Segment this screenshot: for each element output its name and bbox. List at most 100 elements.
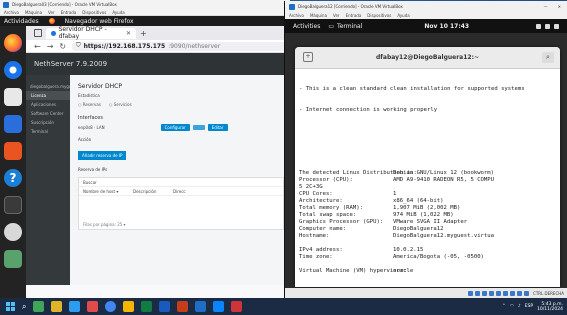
forward-icon[interactable]: → — [47, 42, 54, 51]
url-bar[interactable]: ⛉ https://192.168.175.175:9090/nethserve… — [72, 41, 290, 51]
col-header-host[interactable]: Nombre de host ▾ — [83, 189, 133, 194]
taskbar-app-icon[interactable] — [213, 301, 225, 312]
search-input[interactable]: Buscar — [83, 180, 97, 185]
configure-button[interactable]: Configurar — [160, 124, 190, 131]
disc-dock-icon[interactable] — [4, 223, 22, 241]
info-key: Graphics Processor (GPU): — [299, 219, 384, 225]
firefox-tabbar: Servidor DHCP - dfabay ✕ + — [26, 26, 290, 40]
help-dock-icon[interactable]: ? — [4, 169, 22, 187]
back-icon[interactable]: ← — [34, 42, 41, 51]
tab-overview-icon[interactable] — [34, 29, 42, 37]
host-key-label: CTRL DERECHA — [533, 291, 564, 296]
active-app-label[interactable]: Navegador web Firefox — [65, 18, 134, 25]
excel-icon[interactable] — [141, 301, 153, 312]
vbox-titlebar-right[interactable]: DiegoBalguera12 [Corriendo] - Oracle VM … — [285, 1, 567, 12]
activities-button[interactable]: Actividades — [4, 18, 39, 25]
display-icon[interactable] — [510, 291, 516, 296]
shield-icon: ⛉ — [76, 42, 81, 49]
terminal-output[interactable]: - This is a clean standard clean install… — [295, 69, 560, 287]
reload-icon[interactable]: ↻ — [59, 42, 66, 51]
search-icon[interactable]: ⌕ — [542, 52, 554, 63]
sidebar-item-suscripcion[interactable]: Suscripción — [26, 118, 70, 127]
search-icon[interactable]: ⌕ — [22, 302, 26, 312]
firefox-dock-icon[interactable] — [4, 34, 22, 52]
thunderbird-dock-icon[interactable] — [4, 61, 22, 79]
virtualbox-window-left[interactable]: DiegoBalguera03 [Corriendo] - Oracle VM … — [0, 0, 290, 298]
vbox-titlebar-left[interactable]: DiegoBalguera03 [Corriendo] - Oracle VM … — [0, 0, 290, 9]
shared-folder-icon[interactable] — [503, 291, 509, 296]
view-radio-group: Reservas Servicios — [78, 102, 284, 107]
menu-ver[interactable]: Ver — [333, 13, 340, 18]
menu-archivo[interactable]: Archivo — [289, 13, 304, 18]
software-center-dock-icon[interactable] — [4, 142, 22, 160]
menu-entrada[interactable]: Entrada — [61, 10, 77, 15]
writer-dock-icon[interactable] — [4, 115, 22, 133]
minimize-button[interactable]: — — [544, 4, 548, 9]
word-icon[interactable] — [159, 301, 171, 312]
sidebar-item-aplicaciones[interactable]: Aplicaciones — [26, 100, 70, 109]
close-tab-icon[interactable]: ✕ — [126, 30, 131, 37]
menu-ver[interactable]: Ver — [48, 10, 55, 15]
radio-reservas[interactable]: Reservas — [78, 102, 101, 107]
host-selector[interactable]: diegobalguera.mygu... — [26, 81, 75, 91]
recording-icon[interactable] — [517, 291, 523, 296]
new-tab-icon[interactable]: + — [140, 29, 147, 38]
mouse-icon[interactable] — [524, 291, 530, 296]
menu-dispositivos[interactable]: Dispositivos — [367, 13, 391, 18]
info-key: Hostname: — [299, 233, 330, 239]
menu-maquina[interactable]: Máquina — [310, 13, 327, 18]
optical-icon[interactable] — [475, 291, 481, 296]
dhcp-toggle[interactable] — [192, 125, 205, 130]
file-explorer-icon[interactable] — [123, 301, 135, 312]
taskbar-app-icon[interactable] — [33, 301, 45, 312]
powerpoint-icon[interactable] — [177, 301, 189, 312]
taskbar-app-icon[interactable] — [87, 301, 99, 312]
menu-ayuda[interactable]: Ayuda — [397, 13, 409, 18]
radio-servicios[interactable]: Servicios — [109, 102, 132, 107]
add-reservation-button[interactable]: Añadir reserva de IP — [78, 151, 127, 160]
system-tray[interactable] — [536, 23, 559, 29]
usb-icon[interactable] — [496, 291, 502, 296]
terminal-app-label[interactable]: Terminal — [337, 23, 362, 30]
windows-start-icon[interactable] — [6, 302, 15, 311]
virtualbox-taskbar-icon[interactable] — [195, 301, 207, 312]
taskbar-app-icon[interactable] — [231, 301, 243, 312]
activities-button[interactable]: Activities — [293, 23, 320, 30]
chevron-up-icon[interactable]: ⌃ — [502, 304, 506, 309]
new-tab-icon[interactable]: + — [303, 52, 313, 62]
taskbar-clock[interactable]: 5:43 p.m. 10/11/2024 — [537, 302, 563, 312]
terminal-dock-icon[interactable] — [4, 196, 22, 214]
sidebar-item-terminal[interactable]: Terminal — [26, 127, 70, 136]
wifi-icon[interactable]: ◠ — [510, 304, 514, 309]
tab-servidor-dhcp[interactable]: Servidor DHCP - dfabay ✕ — [46, 26, 136, 40]
sidebar-item-software-center[interactable]: Software Center — [26, 109, 70, 118]
terminal-window[interactable]: + dfabay12@DiegoBalguera12:~ ⌕ - This is… — [295, 47, 560, 287]
volume-icon[interactable]: ♪ — [518, 304, 521, 309]
chrome-icon[interactable] — [105, 301, 117, 312]
sidebar-item-licenza[interactable]: Licenza — [26, 91, 70, 100]
col-header-desc[interactable]: Descripción — [133, 189, 173, 194]
trash-dock-icon[interactable] — [4, 250, 22, 268]
edit-button[interactable]: Editar — [207, 124, 228, 131]
clock[interactable]: Nov 10 17:43 — [424, 23, 469, 30]
hdd-icon[interactable] — [468, 291, 474, 296]
col-header-dir[interactable]: Direcc — [173, 189, 186, 194]
menu-archivo[interactable]: Archivo — [4, 10, 19, 15]
menu-entrada[interactable]: Entrada — [346, 13, 362, 18]
host-name: diegobalguera.mygu... — [30, 83, 76, 89]
files-dock-icon[interactable] — [4, 88, 22, 106]
network-icon[interactable] — [489, 291, 495, 296]
menu-ayuda[interactable]: Ayuda — [112, 10, 124, 15]
reservations-table: Buscar Nombre de host ▾ Descripción Dire… — [78, 177, 284, 230]
virtualbox-window-right[interactable]: DiegoBalguera12 [Corriendo] - Oracle VM … — [284, 1, 567, 299]
menu-dispositivos[interactable]: Dispositivos — [82, 10, 106, 15]
menu-maquina[interactable]: Máquina — [25, 10, 42, 15]
taskbar-app-icon[interactable] — [51, 301, 63, 312]
close-button[interactable]: ✕ — [558, 4, 561, 9]
audio-icon[interactable] — [482, 291, 488, 296]
terminal-headerbar: + dfabay12@DiegoBalguera12:~ ⌕ — [295, 47, 560, 69]
table-pagination[interactable]: Filas por página: 25 ▾ — [79, 220, 283, 229]
taskbar-app-icon[interactable] — [69, 301, 81, 312]
table-search-row[interactable]: Buscar — [79, 178, 283, 187]
language-indicator[interactable]: ESP — [525, 304, 533, 309]
